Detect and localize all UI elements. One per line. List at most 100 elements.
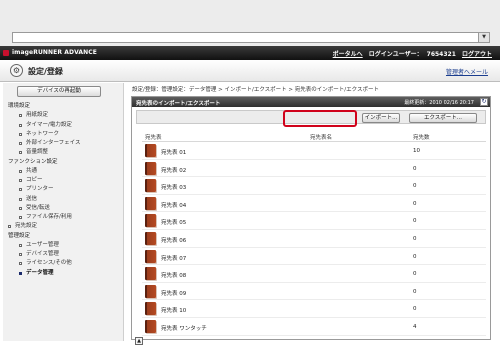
destination-count: 0 — [413, 200, 417, 207]
sidebar-item-device-mgmt[interactable]: デバイス管理 — [3, 250, 124, 259]
destination-count: 0 — [413, 271, 417, 278]
table-row[interactable]: 宛先表 03 0 — [142, 177, 486, 195]
sidebar-item-label: 送信 — [26, 195, 38, 202]
sidebar-nav: 環境設定 用紙設定 タイマー/電力設定 ネットワーク 外部インターフェイス 音量… — [3, 102, 124, 278]
bullet-icon — [19, 142, 22, 145]
browser-chrome: ▼ — [0, 0, 500, 46]
address-bar[interactable]: ▼ — [12, 32, 490, 43]
address-book-link[interactable]: 宛先表 09 — [161, 289, 186, 297]
table-row[interactable]: 宛先表 05 0 — [142, 212, 486, 230]
title-bar: ⚙ 設定/登録 管理者へメール — [0, 60, 500, 82]
address-book-link[interactable]: 宛先表 10 — [161, 306, 186, 314]
brand-name: imageRUNNER ADVANCE — [12, 49, 97, 56]
sidebar-item-destination[interactable]: 宛先設定 — [3, 222, 124, 231]
sidebar-item-label: デバイス管理 — [26, 251, 59, 257]
sidebar-item-timer[interactable]: タイマー/電力設定 — [3, 121, 124, 130]
bullet-icon — [19, 216, 22, 219]
address-book-panel: 宛先表のインポート/エクスポート 最終更新：2010 02/16 20:17 ↻… — [131, 96, 491, 345]
sidebar-item-copy[interactable]: コピー — [3, 176, 124, 185]
refresh-icon[interactable]: ↻ — [480, 98, 488, 106]
destination-count: 0 — [413, 306, 417, 313]
sidebar-item-interface[interactable]: 外部インターフェイス — [3, 139, 124, 148]
bullet-icon — [19, 188, 22, 192]
sidebar-item-paper[interactable]: 用紙設定 — [3, 111, 124, 120]
sidebar-heading-function: ファンクション設定 — [8, 158, 58, 165]
gear-icon: ⚙ — [10, 64, 23, 77]
address-dropdown-icon[interactable]: ▼ — [478, 33, 489, 42]
portal-link[interactable]: ポータルへ — [333, 51, 363, 58]
sidebar-item-data-mgmt[interactable]: データ管理 — [3, 269, 124, 278]
address-book-link[interactable]: 宛先表 03 — [161, 183, 186, 191]
bullet-icon — [19, 197, 22, 201]
table-row[interactable]: 宛先表 06 0 — [142, 230, 486, 248]
address-book-link[interactable]: 宛先表 01 — [161, 148, 186, 156]
address-book-icon — [145, 179, 156, 193]
panel-header: 宛先表のインポート/エクスポート 最終更新：2010 02/16 20:17 ↻ — [132, 97, 490, 107]
sidebar-item-network[interactable]: ネットワーク — [3, 130, 124, 139]
sidebar-item-volume[interactable]: 音量調整 — [3, 148, 124, 157]
address-book-link[interactable]: 宛先表 ワンタッチ — [161, 324, 207, 332]
table-row[interactable]: 宛先表 04 0 — [142, 195, 486, 213]
address-book-icon — [145, 144, 156, 157]
sidebar-item-label: 共通 — [26, 167, 38, 174]
sidebar-item-label: 用紙設定 — [26, 112, 49, 119]
last-updated: 最終更新：2010 02/16 20:17 — [404, 100, 474, 106]
destination-count: 4 — [413, 323, 417, 330]
sidebar-item-label: ファイル保存/利用 — [26, 214, 72, 220]
destination-count: 0 — [413, 235, 417, 242]
sidebar-item-file-store[interactable]: ファイル保存/利用 — [3, 213, 124, 222]
mail-admin-link[interactable]: 管理者へメール — [446, 67, 488, 76]
sidebar-item-license[interactable]: ライセンス/その他 — [3, 259, 124, 268]
app-header: imageRUNNER ADVANCE ポータルへ ログインユーザー： 76543… — [0, 46, 500, 60]
sidebar-heading-management: 管理設定 — [8, 232, 31, 239]
sidebar-item-send[interactable]: 送信 — [3, 195, 124, 204]
address-book-icon — [145, 161, 156, 175]
destination-count: 0 — [413, 288, 417, 295]
sidebar-item-label: ユーザー管理 — [26, 241, 59, 248]
address-book-icon — [145, 267, 156, 281]
bullet-icon — [19, 206, 22, 210]
address-book-icon — [145, 284, 156, 298]
sidebar-item-label: 受信/転送 — [26, 204, 50, 211]
import-button[interactable]: インポート... — [362, 113, 400, 123]
address-book-icon — [145, 196, 156, 210]
table-row[interactable]: 宛先表 08 0 — [142, 265, 486, 283]
sidebar-item-user-mgmt[interactable]: ユーザー管理 — [3, 241, 124, 250]
sidebar-item-label: ライセンス/その他 — [26, 260, 72, 267]
sidebar-item-label: データ管理 — [26, 269, 54, 276]
table-row[interactable]: 宛先表 09 0 — [142, 283, 486, 301]
brand-logo-icon — [3, 50, 9, 56]
bullet-icon — [19, 132, 22, 136]
address-book-link[interactable]: 宛先表 05 — [161, 218, 186, 226]
sidebar-item-printer[interactable]: プリンター — [3, 185, 124, 194]
sidebar-item-label: 宛先設定 — [15, 223, 38, 230]
address-book-link[interactable]: 宛先表 07 — [161, 254, 186, 262]
logout-link[interactable]: ログアウト — [462, 51, 492, 58]
bullet-icon — [19, 271, 22, 275]
table-row[interactable]: 宛先表 02 0 — [142, 160, 486, 178]
address-book-link[interactable]: 宛先表 04 — [161, 201, 186, 209]
export-button[interactable]: エクスポート... — [409, 113, 477, 123]
address-book-link[interactable]: 宛先表 08 — [161, 271, 186, 279]
table-row[interactable]: 宛先表 ワンタッチ 4 — [142, 318, 486, 336]
bullet-icon — [19, 179, 22, 182]
table-row[interactable]: 宛先表 10 0 — [142, 300, 486, 318]
destination-count: 0 — [413, 253, 417, 260]
sidebar-item-label: タイマー/電力設定 — [26, 121, 72, 128]
destination-count: 0 — [413, 218, 417, 225]
table-row[interactable]: 宛先表 01 10 — [142, 142, 486, 160]
address-book-link[interactable]: 宛先表 06 — [161, 236, 186, 244]
address-book-link[interactable]: 宛先表 02 — [161, 166, 186, 174]
bullet-icon — [19, 151, 22, 155]
restart-device-button[interactable]: デバイスの再起動 — [17, 86, 101, 97]
address-book-icon — [145, 302, 156, 316]
address-book-icon — [145, 319, 156, 333]
page-title: 設定/登録 — [28, 67, 63, 76]
sidebar-item-common[interactable]: 共通 — [3, 167, 124, 176]
table-row[interactable]: 宛先表 07 0 — [142, 248, 486, 266]
address-book-icon — [145, 249, 156, 263]
page-top-icon[interactable]: ▲ — [135, 337, 143, 345]
sidebar-item-receive[interactable]: 受信/転送 — [3, 204, 124, 213]
login-user-id: 7654321 — [426, 51, 456, 58]
sidebar-item-label: 外部インターフェイス — [26, 140, 81, 146]
